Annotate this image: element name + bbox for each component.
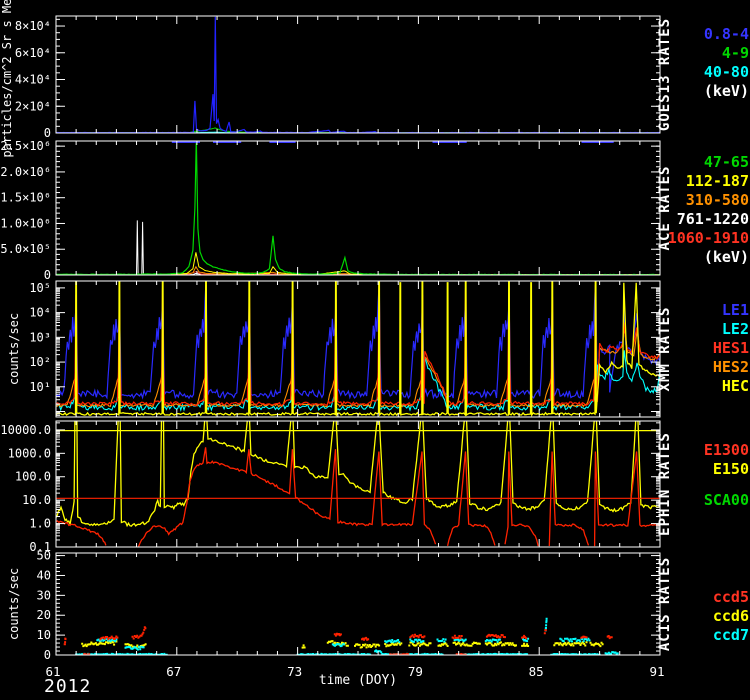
panel-acis [64,618,619,656]
y-axis-title-xmm: counts/sec [7,313,21,385]
panel-axes-ace [56,141,660,275]
y-tick-label: 1.5×10⁶ [0,191,51,205]
y-tick-label: 100.0 [15,470,51,484]
legend-entry-310-580: 310-580 [686,191,749,209]
y-tick-label: 10¹ [29,380,51,394]
y-tick-label: 10⁵ [29,281,51,295]
legend-entry-HEC: HEC [722,377,749,395]
series-HEC [56,280,660,415]
panel-xmm [56,280,660,415]
series-LE1 [56,286,660,398]
legend-entry-1060-1910: 1060-1910 [668,229,749,247]
legend-entry-40-80: 40-80 [704,63,749,81]
panel-axes-goes13 [56,16,660,133]
legend-entry-keV: (keV) [704,248,749,266]
legend-entry-E150: E150 [713,460,749,478]
y-axis-title-acis: counts/sec [7,568,21,640]
panel-title-acis: ACIS RATES [657,557,673,651]
y-tick-label: 2×10⁴ [15,99,51,113]
legend-entry-4-9: 4-9 [722,44,749,62]
panel-ephin [56,419,660,547]
multi-panel-radiation-plot: 0 2×10⁴ 4×10⁴ 6×10⁴ 8×10⁴ GOES13 RATES particl… [0,0,750,700]
legend-entry-E1300: E1300 [704,441,749,459]
series-E150 [56,419,660,526]
series-47-65-keV [56,138,660,275]
y-tick-label: 0 [44,268,51,282]
x-axis-title: time (DOY) [0,673,716,688]
series-LE2 [56,345,660,410]
legend-entry-HES1: HES1 [713,339,749,357]
y-tick-label: 10 [37,628,51,642]
legend-entry-LE2: LE2 [722,320,749,338]
y-tick-label: 30 [37,588,51,602]
y-tick-label: 20 [37,608,51,622]
y-tick-label: 1.0×10⁶ [0,216,51,230]
y-tick-label: 1.0 [29,517,51,531]
series-0.8-4-keV [56,17,660,133]
y-axis-title-goes13: particles/cm^2 Sr s MeV [0,0,14,158]
legend-entry-0.8-4: 0.8-4 [704,25,749,43]
y-tick-label: 0 [44,648,51,662]
legend-entry-761-1220: 761-1220 [677,210,749,228]
legend-entry-keV: (keV) [704,82,749,100]
y-tick-label: 5.0×10⁵ [0,242,51,256]
y-tick-label: 4×10⁴ [15,73,51,87]
series-HES1 [56,286,660,406]
panel-title-xmm: XMM RATES [657,307,673,392]
legend-entry-ccd7: ccd7 [713,626,749,644]
legend-entry-LE1: LE1 [722,301,749,319]
panel-title-goes13: GOES13 RATES [657,18,673,131]
legend-entry-HES2: HES2 [713,358,749,376]
panel-goes13 [56,17,660,133]
y-tick-label: 2.0×10⁶ [0,165,51,179]
y-tick-label: 50 [37,549,51,563]
y-tick-label: 10² [29,355,51,369]
y-tick-label: 6×10⁴ [15,46,51,60]
y-tick-label: 10.0 [22,493,51,507]
y-tick-label: 8×10⁴ [15,19,51,33]
series-ccd7 [96,618,618,655]
y-tick-label: 10⁴ [29,306,51,320]
y-tick-label: 1000.0 [8,446,51,460]
legend-entry-ccd5: ccd5 [713,588,749,606]
series-761-1220-keV [56,220,660,275]
legend-entry-47-65: 47-65 [704,153,749,171]
y-tick-label: 0 [44,126,51,140]
y-tick-label: 10000.0 [0,423,51,437]
legend-entry-ccd6: ccd6 [713,607,749,625]
y-tick-label: 40 [37,568,51,582]
y-tick-label: 10³ [29,330,51,344]
panel-axes-ephin [56,421,660,547]
panel-title-ephin: EPHIN RATES [657,432,673,536]
legend-entry-SCA00: SCA00 [704,491,749,509]
panel-axes-xmm [56,281,660,417]
y-tick-label: 2.5×10⁶ [0,139,51,153]
panel-ace [56,138,660,275]
series-E1300 [56,447,660,546]
time-series-panels: 0 2×10⁴ 4×10⁴ 6×10⁴ 8×10⁴ GOES13 RATES particl… [0,0,750,700]
legend-entry-112-187: 112-187 [686,172,749,190]
